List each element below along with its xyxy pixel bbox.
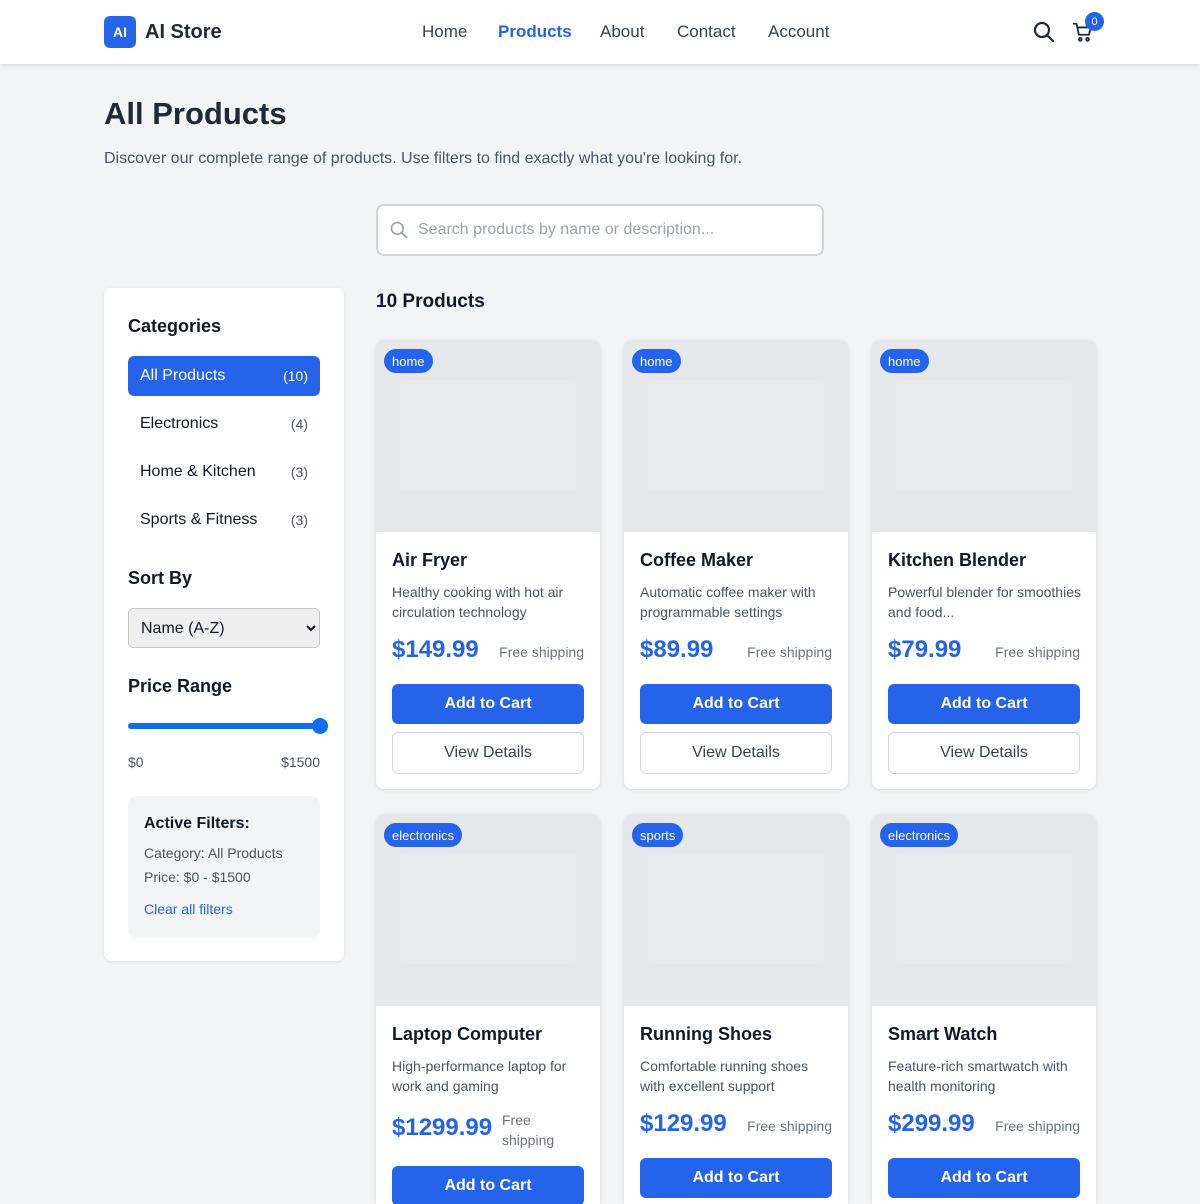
category-label: Home & Kitchen: [140, 463, 256, 480]
category-badge: electronics: [880, 823, 959, 847]
category-badge: home: [632, 349, 681, 373]
shipping-label: Free shipping: [995, 1118, 1080, 1134]
search-icon: [389, 220, 409, 245]
category-electronics[interactable]: Electronics (4): [128, 404, 320, 444]
image-placeholder: [896, 854, 1072, 964]
product-price: $129.99: [640, 1110, 727, 1137]
view-details-button[interactable]: View Details: [888, 732, 1080, 774]
price-max-label: $1500: [281, 754, 320, 770]
shipping-label: Free shipping: [499, 644, 584, 660]
search-box: [376, 204, 824, 256]
active-filter-price: Price: $0 - $1500: [144, 869, 251, 885]
view-details-button[interactable]: View Details: [640, 732, 832, 774]
image-placeholder: [648, 854, 824, 964]
sort-by-heading: Sort By: [128, 568, 193, 588]
filter-sidebar: Categories All Products (10) Electronics…: [104, 288, 344, 961]
add-to-cart-button[interactable]: Add to Cart: [640, 684, 832, 724]
category-badge: home: [384, 349, 433, 373]
product-card: electronics Laptop Computer High-perform…: [376, 814, 600, 1204]
image-placeholder: [896, 380, 1072, 490]
category-count: (3): [290, 512, 308, 528]
product-price: $299.99: [888, 1110, 975, 1137]
product-description: Automatic coffee maker with programmable…: [640, 584, 816, 620]
add-to-cart-button[interactable]: Add to Cart: [392, 684, 584, 724]
category-home-kitchen[interactable]: Home & Kitchen (3): [128, 452, 320, 492]
category-count: (10): [283, 368, 308, 384]
category-badge: electronics: [384, 823, 463, 847]
active-filters-panel: Active Filters: Category: All Products P…: [128, 796, 320, 937]
category-count: (3): [290, 464, 308, 480]
image-placeholder: [648, 380, 824, 490]
product-card: home Kitchen Blender Powerful blender fo…: [872, 340, 1096, 789]
price-min-label: $0: [128, 754, 144, 770]
logo-badge: AI: [104, 16, 136, 48]
cart-count-badge: 0: [1085, 12, 1104, 31]
product-price: $149.99: [392, 636, 479, 663]
page-title: All Products: [104, 96, 287, 131]
product-price: $89.99: [640, 636, 714, 663]
product-description: Powerful blender for smoothies and food.…: [888, 584, 1081, 620]
active-filter-category: Category: All Products: [144, 845, 283, 861]
add-to-cart-button[interactable]: Add to Cart: [392, 1166, 584, 1204]
clear-filters-link[interactable]: Clear all filters: [144, 901, 233, 917]
product-count: 10 Products: [376, 291, 485, 312]
logo-text: AI Store: [145, 20, 222, 43]
price-range-heading: Price Range: [128, 676, 233, 696]
product-description: Comfortable running shoes with excellent…: [640, 1058, 809, 1094]
category-label: Sports & Fitness: [140, 511, 258, 528]
active-filters-title: Active Filters:: [144, 815, 250, 832]
category-sports-fitness[interactable]: Sports & Fitness (3): [128, 500, 320, 540]
nav-products[interactable]: Products: [498, 22, 572, 42]
image-placeholder: [400, 854, 576, 964]
product-description: Healthy cooking with hot air circulation…: [392, 584, 564, 620]
sort-select[interactable]: Name (A-Z): [128, 608, 320, 648]
product-name: Coffee Maker: [640, 550, 754, 570]
nav-contact[interactable]: Contact: [677, 22, 736, 42]
product-description: High-performance laptop for work and gam…: [392, 1058, 567, 1094]
price-range-handle[interactable]: [312, 718, 328, 734]
search-icon[interactable]: [1032, 20, 1056, 49]
product-name: Smart Watch: [888, 1024, 998, 1044]
product-card: home Air Fryer Healthy cooking with hot …: [376, 340, 600, 789]
page-subtitle: Discover our complete range of products.…: [104, 150, 743, 167]
nav-account[interactable]: Account: [768, 22, 829, 42]
add-to-cart-button[interactable]: Add to Cart: [888, 684, 1080, 724]
product-name: Laptop Computer: [392, 1024, 542, 1044]
shipping-label: Free shipping: [502, 1112, 555, 1148]
product-name: Kitchen Blender: [888, 550, 1027, 570]
top-nav-bar: AI AI Store Home Products About Contact …: [0, 0, 1200, 64]
search-input[interactable]: [418, 216, 814, 244]
shipping-label: Free shipping: [747, 1118, 832, 1134]
category-all-products[interactable]: All Products (10): [128, 356, 320, 396]
product-card: home Coffee Maker Automatic coffee maker…: [624, 340, 848, 789]
product-name: Air Fryer: [392, 550, 468, 570]
category-label: Electronics: [140, 415, 219, 432]
shipping-label: Free shipping: [747, 644, 832, 660]
category-count: (4): [290, 416, 308, 432]
nav-about[interactable]: About: [600, 22, 644, 42]
add-to-cart-button[interactable]: Add to Cart: [640, 1158, 832, 1198]
category-label: All Products: [140, 367, 226, 384]
product-description: Feature-rich smartwatch with health moni…: [888, 1058, 1068, 1094]
product-card: electronics Smart Watch Feature-rich sma…: [872, 814, 1096, 1204]
categories-heading: Categories: [128, 316, 222, 336]
price-range-slider[interactable]: [128, 718, 328, 734]
product-price: $79.99: [888, 636, 962, 663]
image-placeholder: [400, 380, 576, 490]
nav-home[interactable]: Home: [422, 22, 467, 42]
product-card: sports Running Shoes Comfortable running…: [624, 814, 848, 1204]
price-range-fill: [128, 723, 320, 729]
view-details-button[interactable]: View Details: [392, 732, 584, 774]
product-price: $1299.99: [392, 1114, 493, 1141]
shipping-label: Free shipping: [995, 644, 1080, 660]
store-logo[interactable]: AI AI Store: [104, 16, 222, 48]
add-to-cart-button[interactable]: Add to Cart: [888, 1158, 1080, 1198]
product-name: Running Shoes: [640, 1024, 772, 1044]
category-badge: sports: [632, 823, 684, 847]
category-badge: home: [880, 349, 929, 373]
